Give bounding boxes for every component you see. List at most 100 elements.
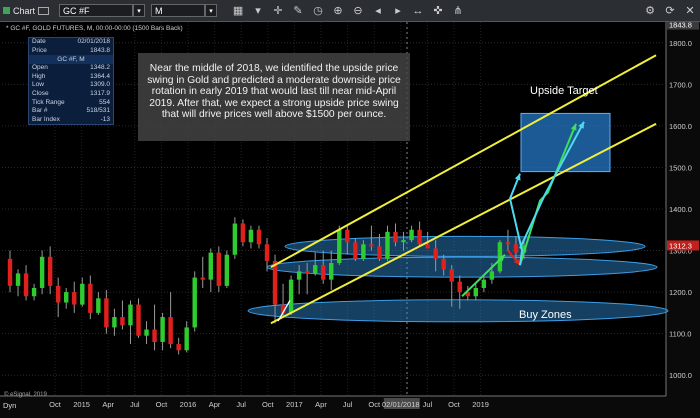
candle-body[interactable] [369, 244, 374, 247]
candle-body[interactable] [441, 258, 446, 270]
candle-body[interactable] [64, 292, 69, 303]
upside-target-label: Upside Target [530, 85, 598, 97]
candle-body[interactable] [256, 229, 262, 245]
candle-body[interactable] [232, 223, 238, 255]
magnet-icon[interactable]: ⋔ [451, 4, 465, 18]
candle-body[interactable] [47, 256, 53, 286]
top-price-label: 1843.8 [669, 22, 692, 30]
candle-body[interactable] [55, 285, 61, 303]
data-window-row: Price 1843.8 [29, 47, 113, 56]
candle-body[interactable] [176, 344, 181, 351]
candle-body[interactable] [168, 317, 173, 345]
data-window-value: 1364.4 [90, 72, 110, 80]
y-tick-label: 1800.0 [669, 39, 692, 48]
candle-body[interactable] [288, 279, 294, 313]
candle-body[interactable] [192, 277, 197, 328]
candle-body[interactable] [272, 260, 278, 305]
zoom-in-icon[interactable]: ⊕ [331, 4, 345, 18]
data-window-row: Date 02/01/2018 [29, 38, 113, 47]
candle-body[interactable] [144, 329, 149, 336]
candle-body[interactable] [72, 292, 77, 305]
x-tick-label: 02/01/2018 [382, 400, 420, 409]
candle-body[interactable] [385, 231, 390, 259]
candle-body[interactable] [329, 263, 334, 280]
candle-body[interactable] [7, 258, 13, 286]
candle-body[interactable] [513, 244, 519, 253]
candle-body[interactable] [31, 287, 37, 297]
grid-icon[interactable]: ▦ [231, 4, 245, 18]
candle-body[interactable] [401, 240, 406, 243]
candle-body[interactable] [88, 283, 93, 313]
candle-body[interactable] [377, 246, 382, 259]
candle-body[interactable] [304, 271, 310, 274]
candle-body[interactable] [136, 304, 141, 336]
candle-body[interactable] [312, 265, 318, 274]
x-tick-label: Oct [368, 400, 381, 409]
candle-body[interactable] [457, 281, 462, 293]
close-icon[interactable]: ✕ [683, 4, 697, 18]
crosshair-icon[interactable]: ✛ [271, 4, 285, 18]
candle-body[interactable] [345, 229, 350, 243]
candle-body[interactable] [505, 242, 511, 245]
symbol-input[interactable]: GC #F [59, 4, 134, 17]
x-tick-label: Apr [315, 400, 327, 409]
candle-body[interactable] [104, 298, 109, 328]
clock-icon[interactable]: ◷ [311, 4, 325, 18]
candle-body[interactable] [23, 273, 29, 297]
data-window-value: 1317.9 [90, 89, 110, 97]
candle-body[interactable] [481, 279, 487, 288]
candle-body[interactable] [15, 273, 21, 286]
candle-body[interactable] [224, 254, 230, 286]
data-window-key: High [32, 72, 46, 80]
symbol-dropdown[interactable]: ▾ [133, 4, 146, 17]
candle-body[interactable] [80, 283, 85, 305]
interval-input[interactable]: M [151, 4, 206, 17]
candle-body[interactable] [433, 248, 438, 259]
data-window-key: Bar # [32, 107, 48, 115]
candle-body[interactable] [128, 304, 133, 326]
candle-body[interactable] [425, 244, 430, 249]
candle-body[interactable] [353, 242, 358, 259]
candle-body[interactable] [152, 329, 157, 342]
back-icon[interactable]: ◂ [371, 4, 385, 18]
candle-body[interactable] [264, 244, 270, 261]
candle-body[interactable] [337, 229, 342, 264]
draw-icon[interactable]: ✎ [291, 4, 305, 18]
candle-body[interactable] [208, 252, 213, 280]
candle-body[interactable] [96, 298, 101, 313]
candle-body[interactable] [409, 229, 414, 241]
data-window: Date 02/01/2018 Price 1843.8 GC #F, M Open 1… [28, 37, 114, 126]
x-tick-label: Oct [49, 400, 62, 409]
fit-icon[interactable]: ↔ [411, 4, 425, 18]
interval-dropdown[interactable]: ▾ [205, 4, 218, 17]
cursor-icon[interactable]: ✜ [431, 4, 445, 18]
candle-body[interactable] [321, 265, 326, 280]
candle-body[interactable] [112, 317, 117, 328]
candle-body[interactable] [417, 229, 422, 245]
candle-body[interactable] [160, 317, 165, 342]
app-tab[interactable]: Chart [3, 6, 50, 16]
candle-body[interactable] [120, 317, 125, 326]
candle-body[interactable] [248, 229, 254, 243]
zoom-out-icon[interactable]: ⊖ [351, 4, 365, 18]
candle-body[interactable] [184, 327, 189, 351]
candle-body[interactable] [361, 244, 366, 259]
chart-type-icon[interactable]: ▾ [251, 4, 265, 18]
candle-body[interactable] [489, 271, 495, 280]
forward-icon[interactable]: ▸ [391, 4, 405, 18]
candle-body[interactable] [216, 252, 222, 286]
candle-body[interactable] [200, 277, 205, 280]
link-icon [38, 6, 50, 15]
chart-icon [3, 7, 10, 14]
x-tick-label: Jul [343, 400, 353, 409]
refresh-icon[interactable]: ⟳ [663, 4, 677, 18]
candle-body[interactable] [296, 271, 302, 280]
candle-body[interactable] [473, 287, 479, 297]
settings-icon[interactable]: ⚙ [643, 4, 657, 18]
candle-body[interactable] [39, 256, 45, 288]
candle-body[interactable] [240, 223, 246, 243]
data-window-key: Tick Range [32, 98, 65, 106]
candle-body[interactable] [449, 269, 454, 282]
dyn-label[interactable]: Dyn [3, 401, 16, 410]
candle-body[interactable] [393, 231, 398, 243]
